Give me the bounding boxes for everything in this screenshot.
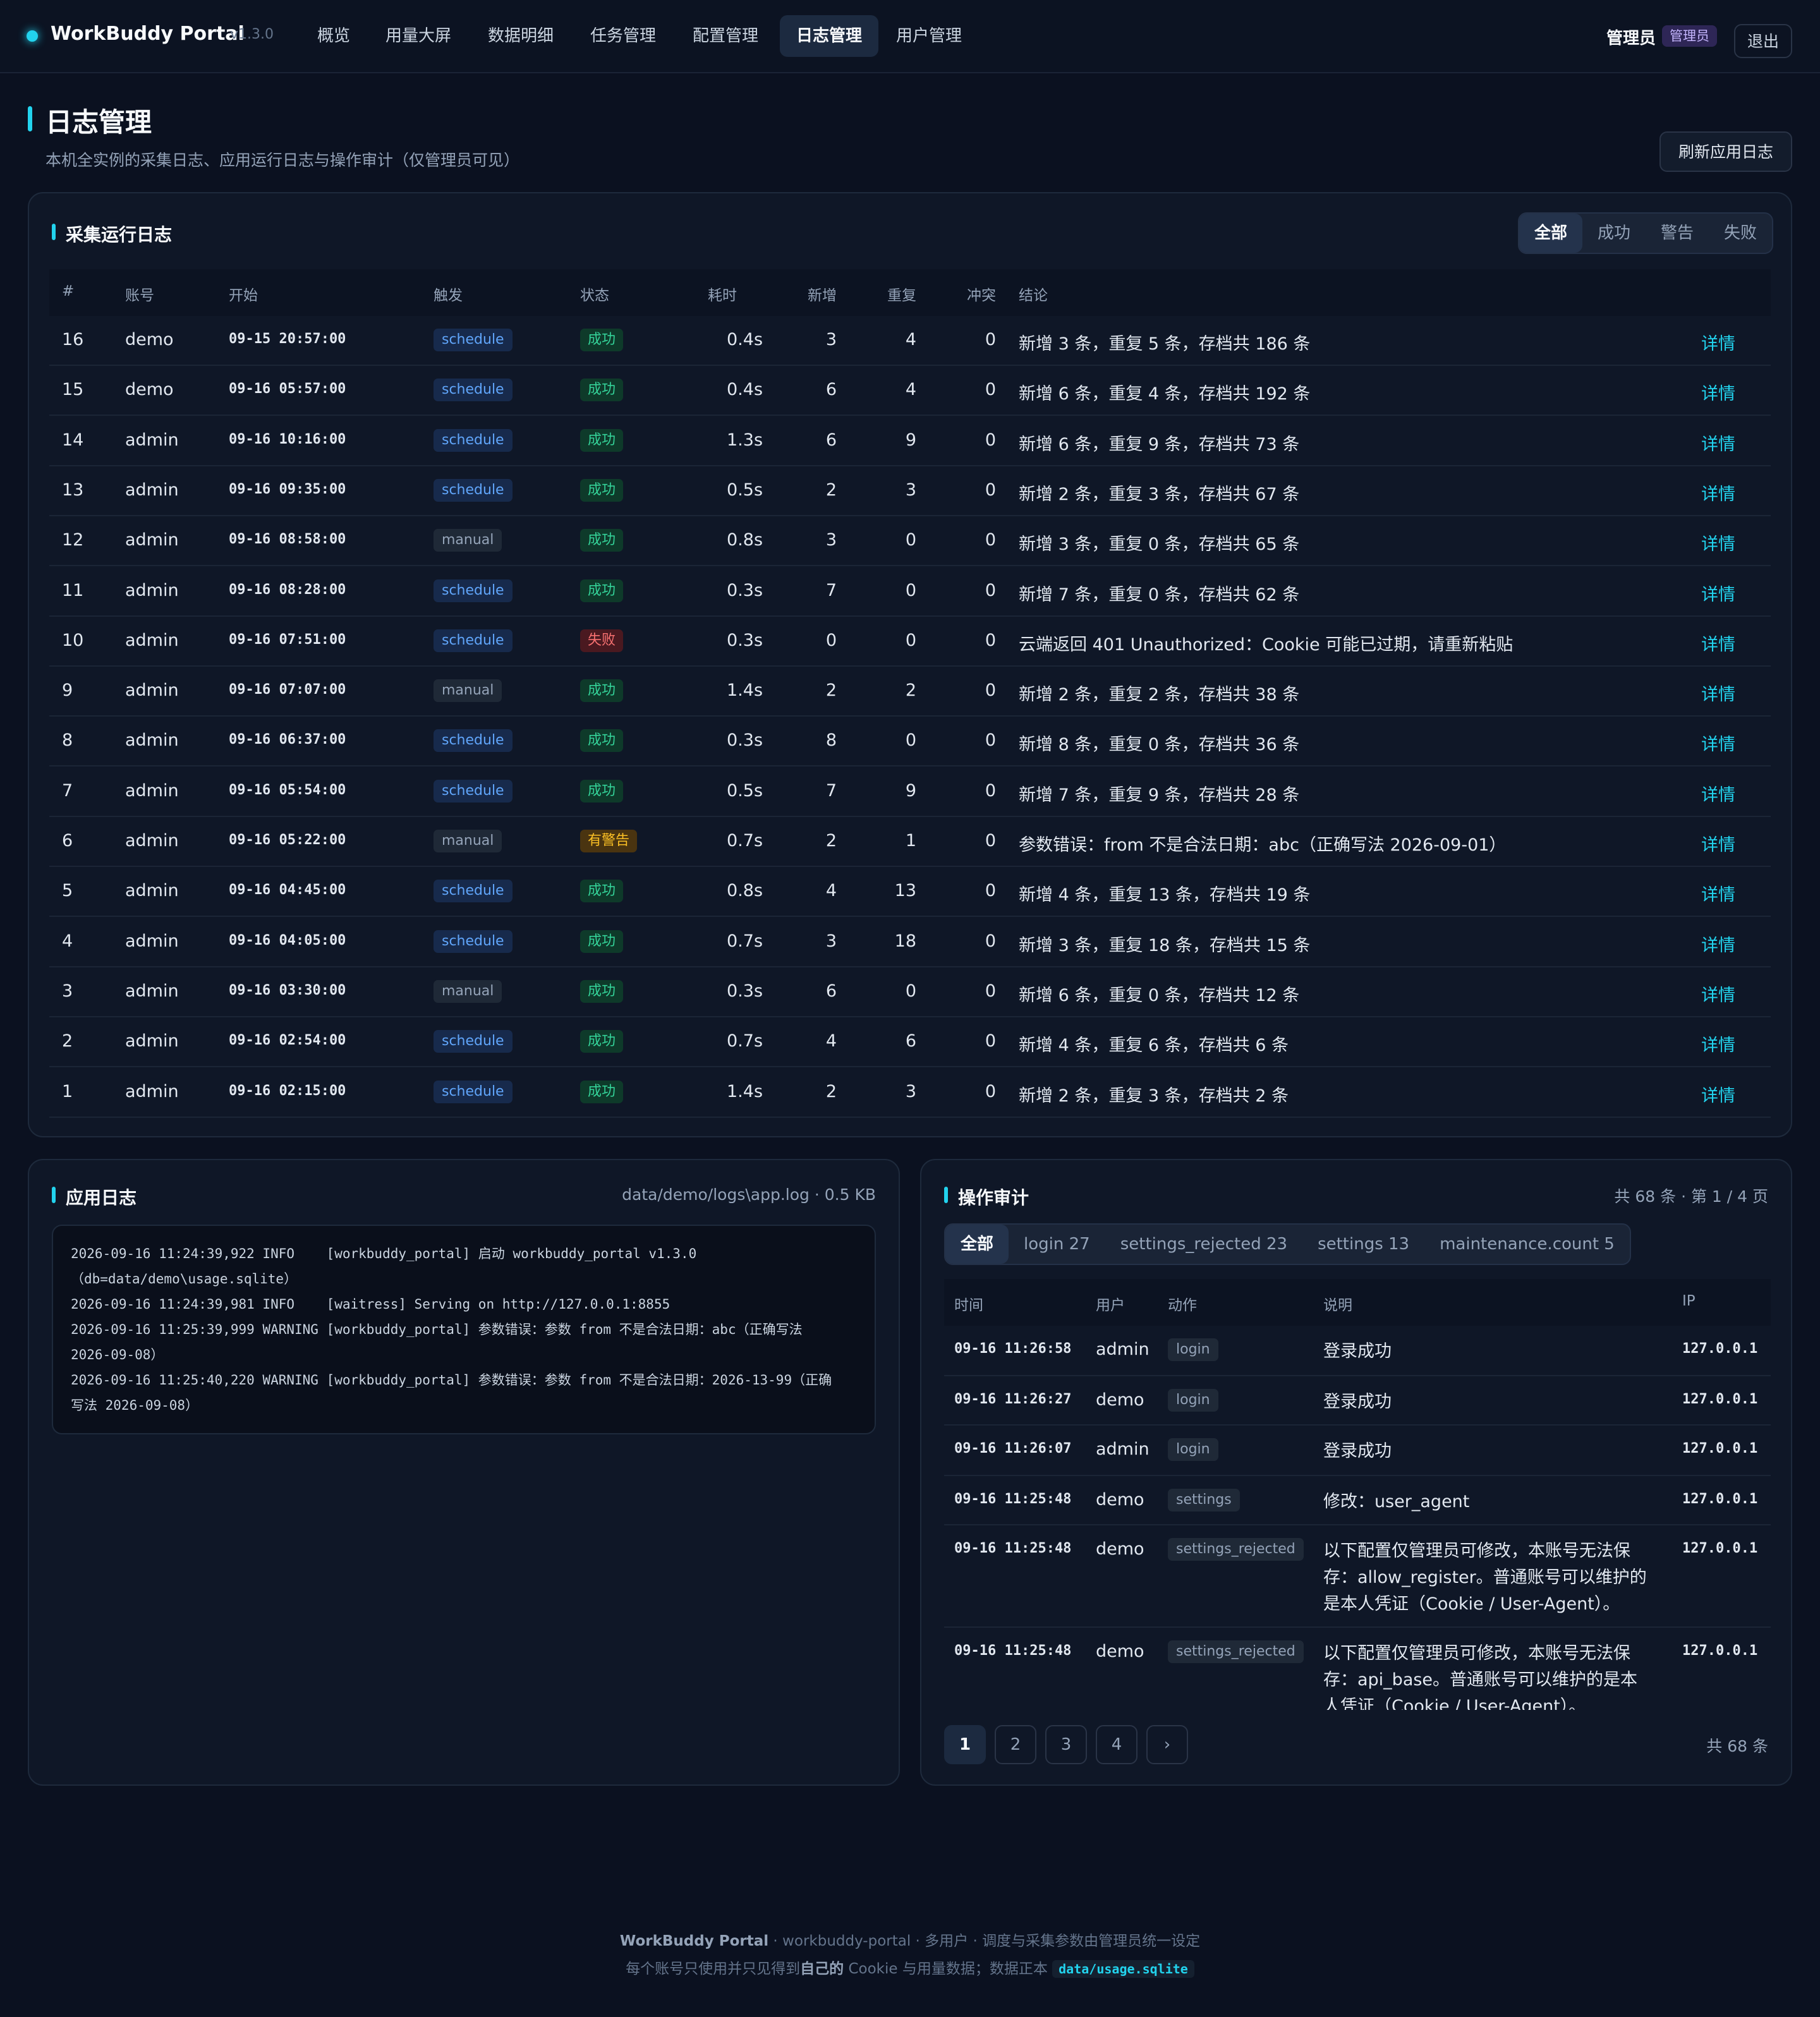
audit-time: 09-16 11:25:48 xyxy=(954,1491,1072,1507)
audit-action-badge: login xyxy=(1168,1338,1218,1361)
audit-total: 共 68 条 xyxy=(1706,1737,1768,1755)
audit-row[interactable]: 09-16 11:26:07 admin login 登录成功 127.0.0.1 xyxy=(944,1426,1771,1476)
audit-row[interactable]: 09-16 11:25:48 demo settings 修改：user_agent 1… xyxy=(944,1476,1771,1525)
audit-user: demo xyxy=(1096,1539,1144,1559)
audit-description: 登录成功 xyxy=(1323,1441,1392,1461)
audit-description: 登录成功 xyxy=(1323,1392,1392,1412)
footer-brand: WorkBuddy Portal xyxy=(619,1933,769,1949)
page-button-2[interactable]: 2 xyxy=(995,1725,1036,1764)
audit-user: admin xyxy=(1096,1340,1150,1359)
audit-ip: 127.0.0.1 xyxy=(1682,1441,1758,1457)
footer-line2-mid: Cookie 与用量数据；数据正本 xyxy=(844,1961,1053,1977)
audit-row[interactable]: 09-16 11:25:48 demo settings_rejected 以下配置仅… xyxy=(944,1525,1771,1628)
audit-action-badge: login xyxy=(1168,1389,1218,1412)
audit-description: 修改：user_agent xyxy=(1323,1492,1470,1511)
page-button-3[interactable]: 3 xyxy=(1045,1725,1087,1764)
audit-ip: 127.0.0.1 xyxy=(1682,1643,1758,1659)
audit-description: 登录成功 xyxy=(1323,1342,1392,1361)
page-button-4[interactable]: 4 xyxy=(1096,1725,1138,1764)
audit-row[interactable]: 09-16 11:25:48 demo settings_rejected 以下配置仅… xyxy=(944,1628,1771,1710)
audit-time: 09-16 11:26:27 xyxy=(954,1391,1072,1407)
page-button-1[interactable]: 1 xyxy=(944,1725,986,1764)
audit-action-badge: settings_rejected xyxy=(1168,1538,1304,1561)
footer-line-1: WorkBuddy Portal · workbuddy-portal · 多用… xyxy=(0,1929,1820,1950)
next-page-button[interactable]: › xyxy=(1146,1725,1188,1764)
audit-user: demo xyxy=(1096,1642,1144,1661)
audit-time: 09-16 11:25:48 xyxy=(954,1541,1072,1556)
audit-time: 09-16 11:26:07 xyxy=(954,1441,1072,1457)
audit-action-badge: settings xyxy=(1168,1489,1240,1511)
audit-time: 09-16 11:26:58 xyxy=(954,1341,1072,1357)
audit-user: demo xyxy=(1096,1490,1144,1510)
audit-row[interactable]: 09-16 11:26:27 demo login 登录成功 127.0.0.1 xyxy=(944,1376,1771,1426)
audit-user: admin xyxy=(1096,1439,1150,1459)
footer-line1-text: · workbuddy-portal · 多用户 · 调度与采集参数由管理员统一… xyxy=(768,1933,1201,1949)
audit-time: 09-16 11:25:48 xyxy=(954,1643,1072,1659)
audit-row[interactable]: 09-16 11:26:58 admin login 登录成功 127.0.0.1 xyxy=(944,1326,1771,1376)
audit-ip: 127.0.0.1 xyxy=(1682,1341,1758,1357)
footer-line-2: 每个账号只使用并只见得到自己的 Cookie 与用量数据；数据正本 data/u… xyxy=(0,1956,1820,1978)
audit-action-badge: settings_rejected xyxy=(1168,1640,1304,1663)
audit-description: 以下配置仅管理员可修改，本账号无法保存：api_base。普通账号可以维护的是本… xyxy=(1323,1644,1638,1710)
audit-description: 以下配置仅管理员可修改，本账号无法保存：allow_register。普通账号可… xyxy=(1323,1541,1647,1614)
audit-user: demo xyxy=(1096,1390,1144,1410)
audit-ip: 127.0.0.1 xyxy=(1682,1491,1758,1507)
footer-line2-bold: 自己的 xyxy=(800,1961,844,1977)
footer-db-path: data/usage.sqlite xyxy=(1052,1960,1194,1978)
audit-ip: 127.0.0.1 xyxy=(1682,1391,1758,1407)
audit-action-badge: login xyxy=(1168,1438,1218,1461)
footer-line2-pre: 每个账号只使用并只见得到 xyxy=(626,1961,801,1977)
audit-ip: 127.0.0.1 xyxy=(1682,1541,1758,1556)
